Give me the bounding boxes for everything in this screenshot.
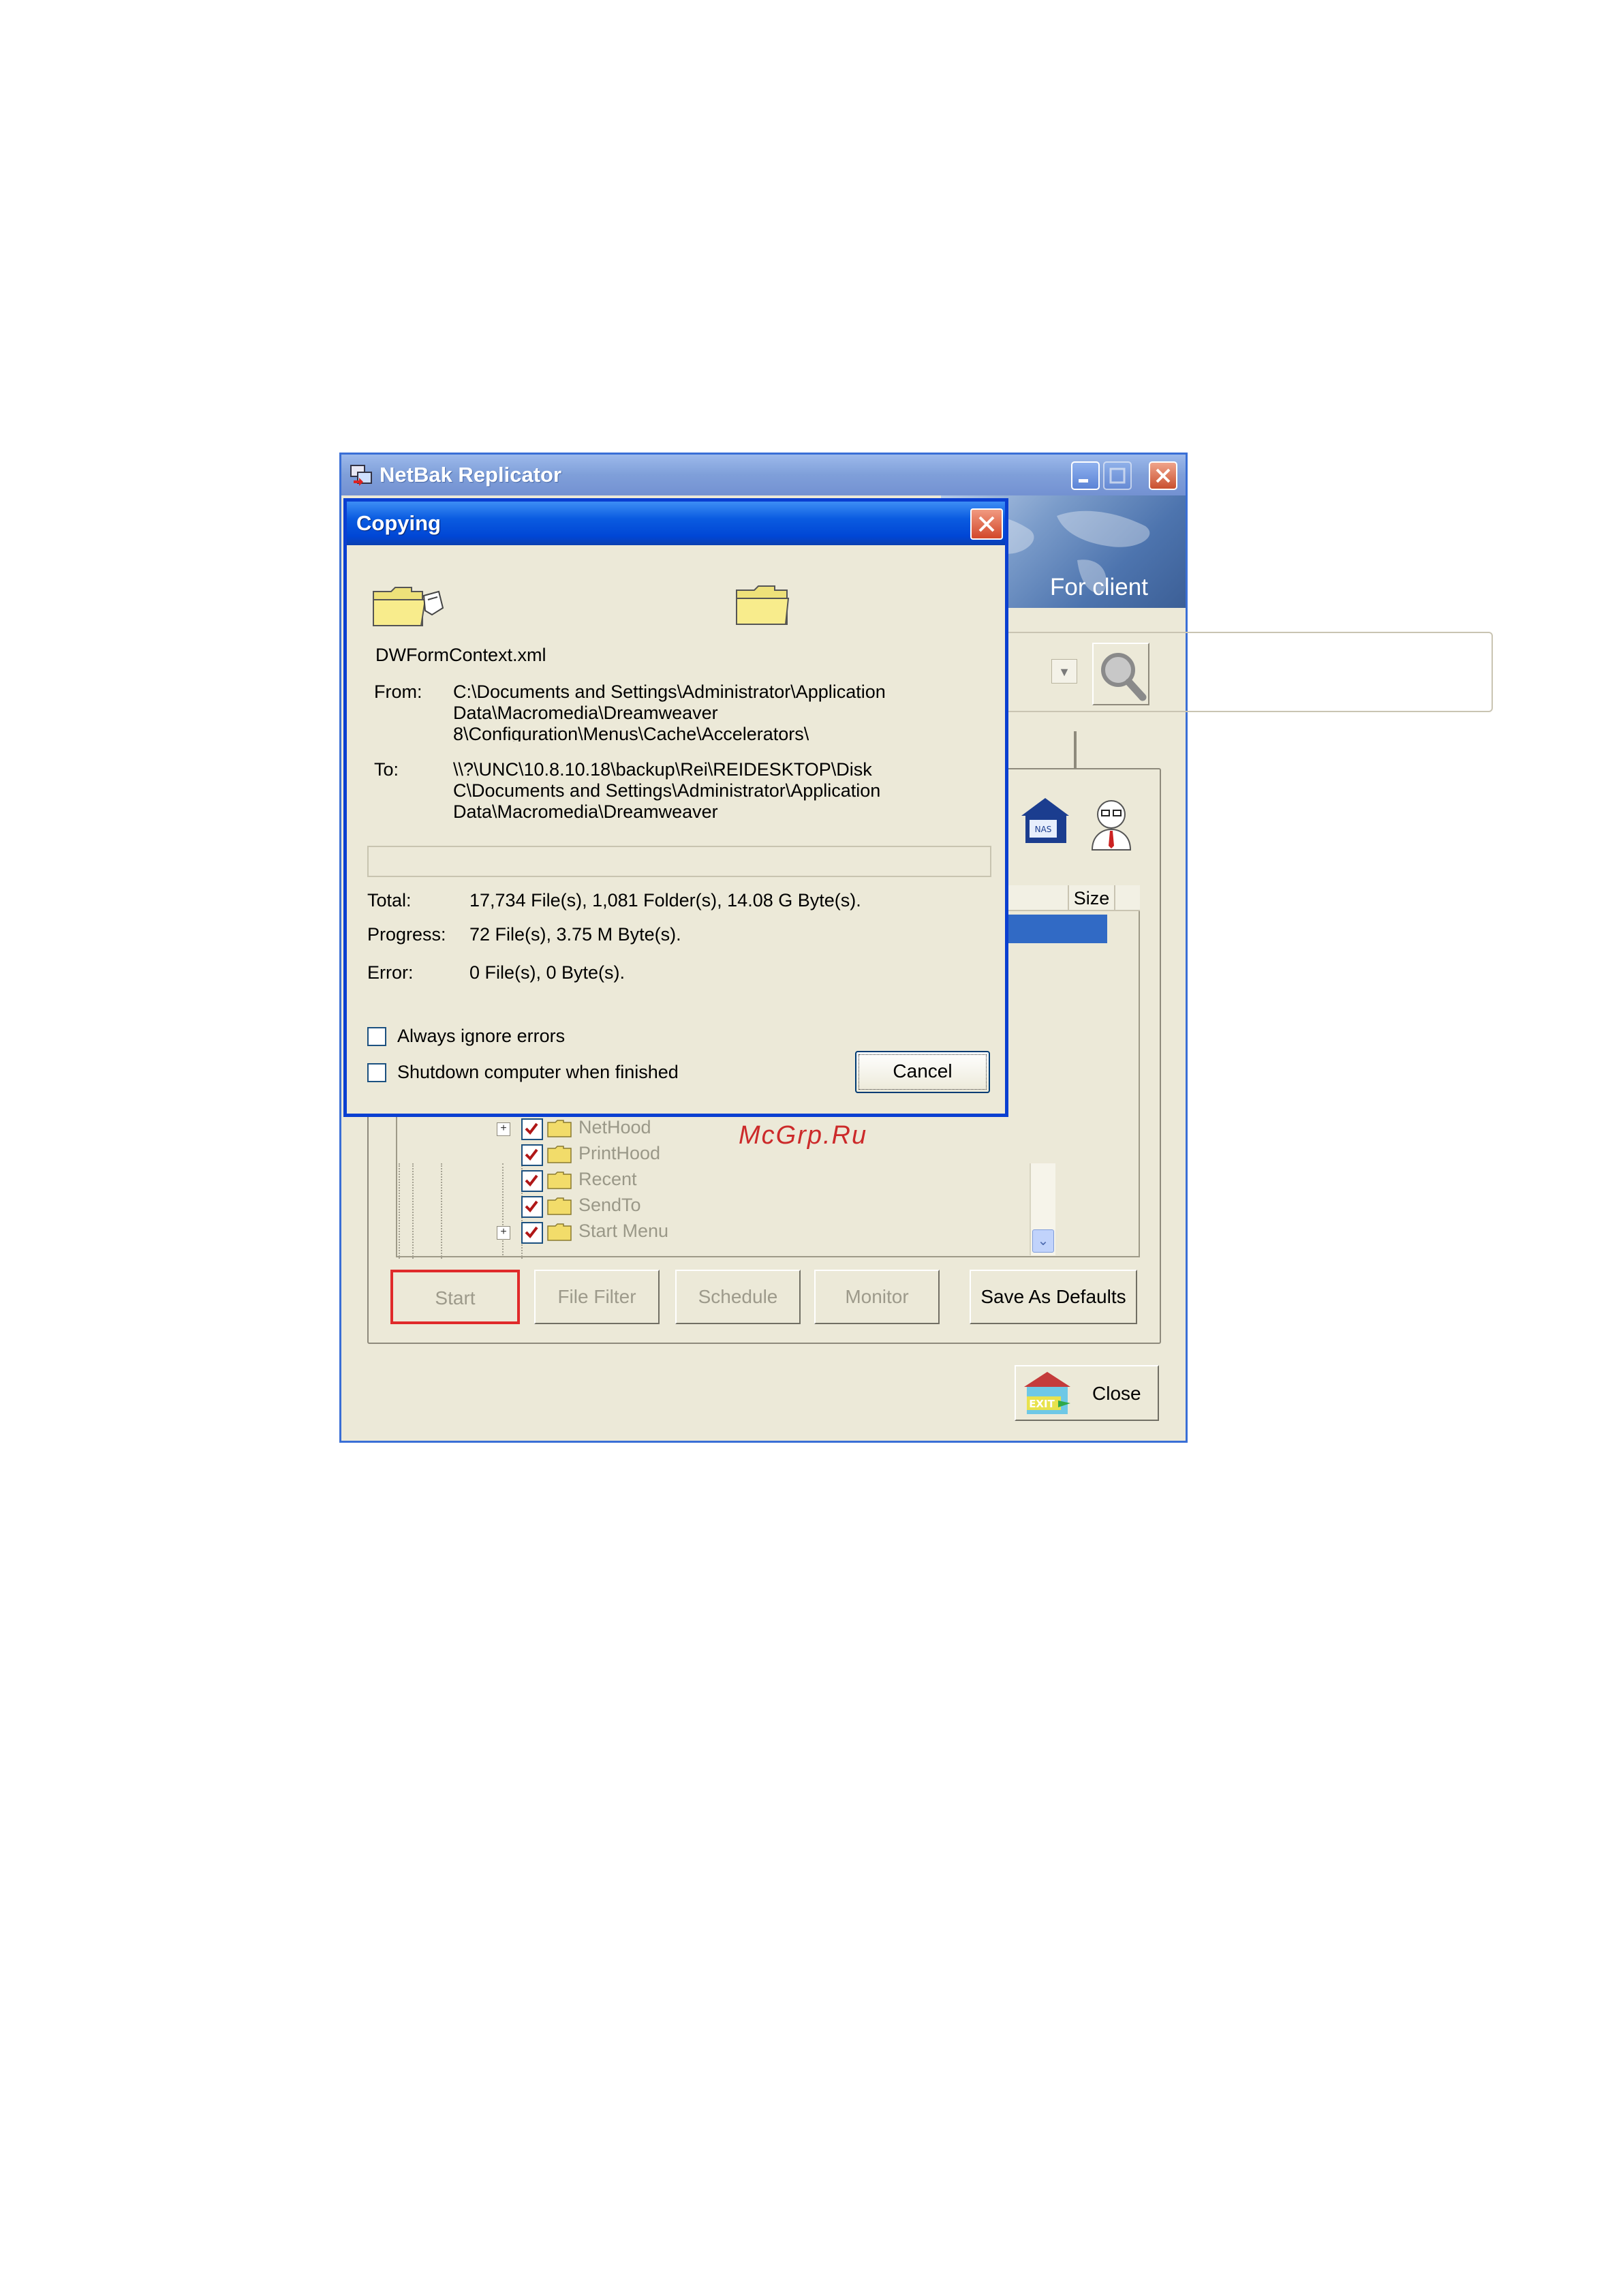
close-icon (978, 516, 995, 532)
size-column-header[interactable]: Size (1068, 885, 1115, 911)
dialog-title-bar[interactable]: Copying (347, 502, 1005, 545)
close-icon (1156, 468, 1171, 483)
tree-item[interactable]: PrintHood (497, 1142, 756, 1166)
search-button[interactable] (1092, 643, 1149, 705)
folder-icon (547, 1223, 572, 1241)
main-title-bar[interactable]: NetBak Replicator (341, 455, 1186, 495)
to-path-line: Data\Macromedia\Dreamweaver (453, 801, 718, 822)
selected-list-row[interactable] (1004, 915, 1107, 943)
server-dropdown-arrow[interactable]: ▼ (1051, 659, 1077, 684)
folder-icon (547, 1172, 572, 1189)
main-window-title: NetBak Replicator (380, 463, 562, 487)
save-as-defaults-button[interactable]: Save As Defaults (970, 1270, 1137, 1324)
total-value: 17,734 File(s), 1,081 Folder(s), 14.08 G… (469, 890, 861, 910)
to-path-line: \\?\UNC\10.8.10.18\backup\Rei\REIDESKTOP… (453, 759, 872, 780)
current-file-name: DWFormContext.xml (375, 645, 546, 665)
always-ignore-errors-checkbox[interactable] (367, 1027, 386, 1046)
source-folder-icon (373, 587, 444, 626)
chevron-down-icon: ⌄ (1037, 1234, 1049, 1249)
minimize-icon (1079, 479, 1088, 483)
main-close-button[interactable] (1149, 461, 1177, 490)
close-app-button[interactable]: EXIT Close (1015, 1365, 1159, 1421)
shutdown-when-finished-label[interactable]: Shutdown computer when finished (397, 1062, 679, 1083)
tree-item[interactable]: SendTo (497, 1193, 756, 1218)
checkmark-icon (525, 1226, 538, 1239)
tree-scroll-down-button[interactable]: ⌄ (1032, 1229, 1054, 1253)
dialog-close-button[interactable] (970, 508, 1003, 540)
tree-item-checkbox[interactable] (521, 1196, 543, 1218)
checkmark-icon (525, 1174, 538, 1187)
schedule-button[interactable]: Schedule (675, 1270, 801, 1324)
tree-item-checkbox[interactable] (521, 1170, 543, 1192)
copying-dialog: Copying DWFormContext.xml From: C:\Docum… (343, 498, 1008, 1117)
tree-items: + NetHood PrintHood Recent SendTo + Start Menu (497, 1116, 769, 1259)
tree-item-label: PrintHood (578, 1143, 661, 1163)
svg-text:NAS: NAS (1035, 825, 1052, 834)
tree-item-checkbox[interactable] (521, 1144, 543, 1166)
tree-item[interactable]: + Start Menu (497, 1219, 756, 1244)
netbak-app-icon (350, 465, 372, 486)
to-label: To: (374, 759, 399, 780)
minimize-button[interactable] (1071, 461, 1100, 490)
expand-icon[interactable]: + (497, 1122, 510, 1136)
tree-item-label: Recent (578, 1169, 637, 1189)
tree-item-label: SendTo (578, 1195, 641, 1215)
cancel-button[interactable]: Cancel (855, 1051, 990, 1093)
shutdown-when-finished-checkbox[interactable] (367, 1063, 386, 1082)
folder-icon (547, 1197, 572, 1215)
exit-icon: EXIT (1024, 1372, 1070, 1414)
maximize-button[interactable] (1103, 461, 1132, 490)
always-ignore-errors-label[interactable]: Always ignore errors (397, 1026, 565, 1047)
progress-label: Progress: (367, 924, 446, 945)
checkmark-icon (525, 1122, 538, 1135)
progress-value: 72 File(s), 3.75 M Byte(s). (469, 924, 681, 945)
from-path-line: C:\Documents and Settings\Administrator\… (453, 682, 886, 702)
focus-rect (859, 1054, 987, 1090)
folder-icon (547, 1120, 572, 1137)
from-path-line: Data\Macromedia\Dreamweaver (453, 703, 718, 723)
nas-icon[interactable]: NAS (1017, 795, 1073, 846)
maximize-icon (1109, 468, 1126, 484)
copy-progress-bar (367, 846, 991, 877)
to-path-line: C\Documents and Settings\Administrator\A… (453, 780, 881, 801)
expand-icon[interactable]: + (497, 1226, 510, 1240)
checkmark-icon (525, 1148, 538, 1161)
svg-text:EXIT: EXIT (1029, 1398, 1055, 1410)
file-filter-button[interactable]: File Filter (534, 1270, 660, 1324)
folder-icon (547, 1146, 572, 1163)
close-label: Close (1092, 1383, 1141, 1404)
tree-item[interactable]: Recent (497, 1167, 756, 1192)
error-value: 0 File(s), 0 Byte(s). (469, 962, 625, 983)
tree-item-checkbox[interactable] (521, 1118, 543, 1140)
error-label: Error: (367, 962, 414, 983)
watermark-text: McGrp.Ru (739, 1121, 868, 1150)
from-path-line: 8\Configuration\Menus\Cache\Accelerators… (453, 724, 809, 741)
dialog-title: Copying (356, 511, 441, 535)
tree-item-label: Start Menu (578, 1221, 669, 1241)
checkmark-icon (525, 1200, 538, 1213)
destination-folder-icon (736, 585, 790, 625)
admin-user-icon[interactable] (1084, 795, 1139, 851)
total-label: Total: (367, 890, 412, 910)
tree-item[interactable]: + NetHood (497, 1116, 756, 1140)
tree-item-checkbox[interactable] (521, 1222, 543, 1244)
tab-edge (1074, 731, 1077, 769)
monitor-button[interactable]: Monitor (814, 1270, 940, 1324)
from-label: From: (374, 682, 422, 702)
start-button[interactable]: Start (390, 1270, 520, 1324)
magnifier-icon (1101, 653, 1147, 701)
tree-item-label: NetHood (578, 1117, 651, 1137)
banner-text: For client (1050, 574, 1148, 600)
